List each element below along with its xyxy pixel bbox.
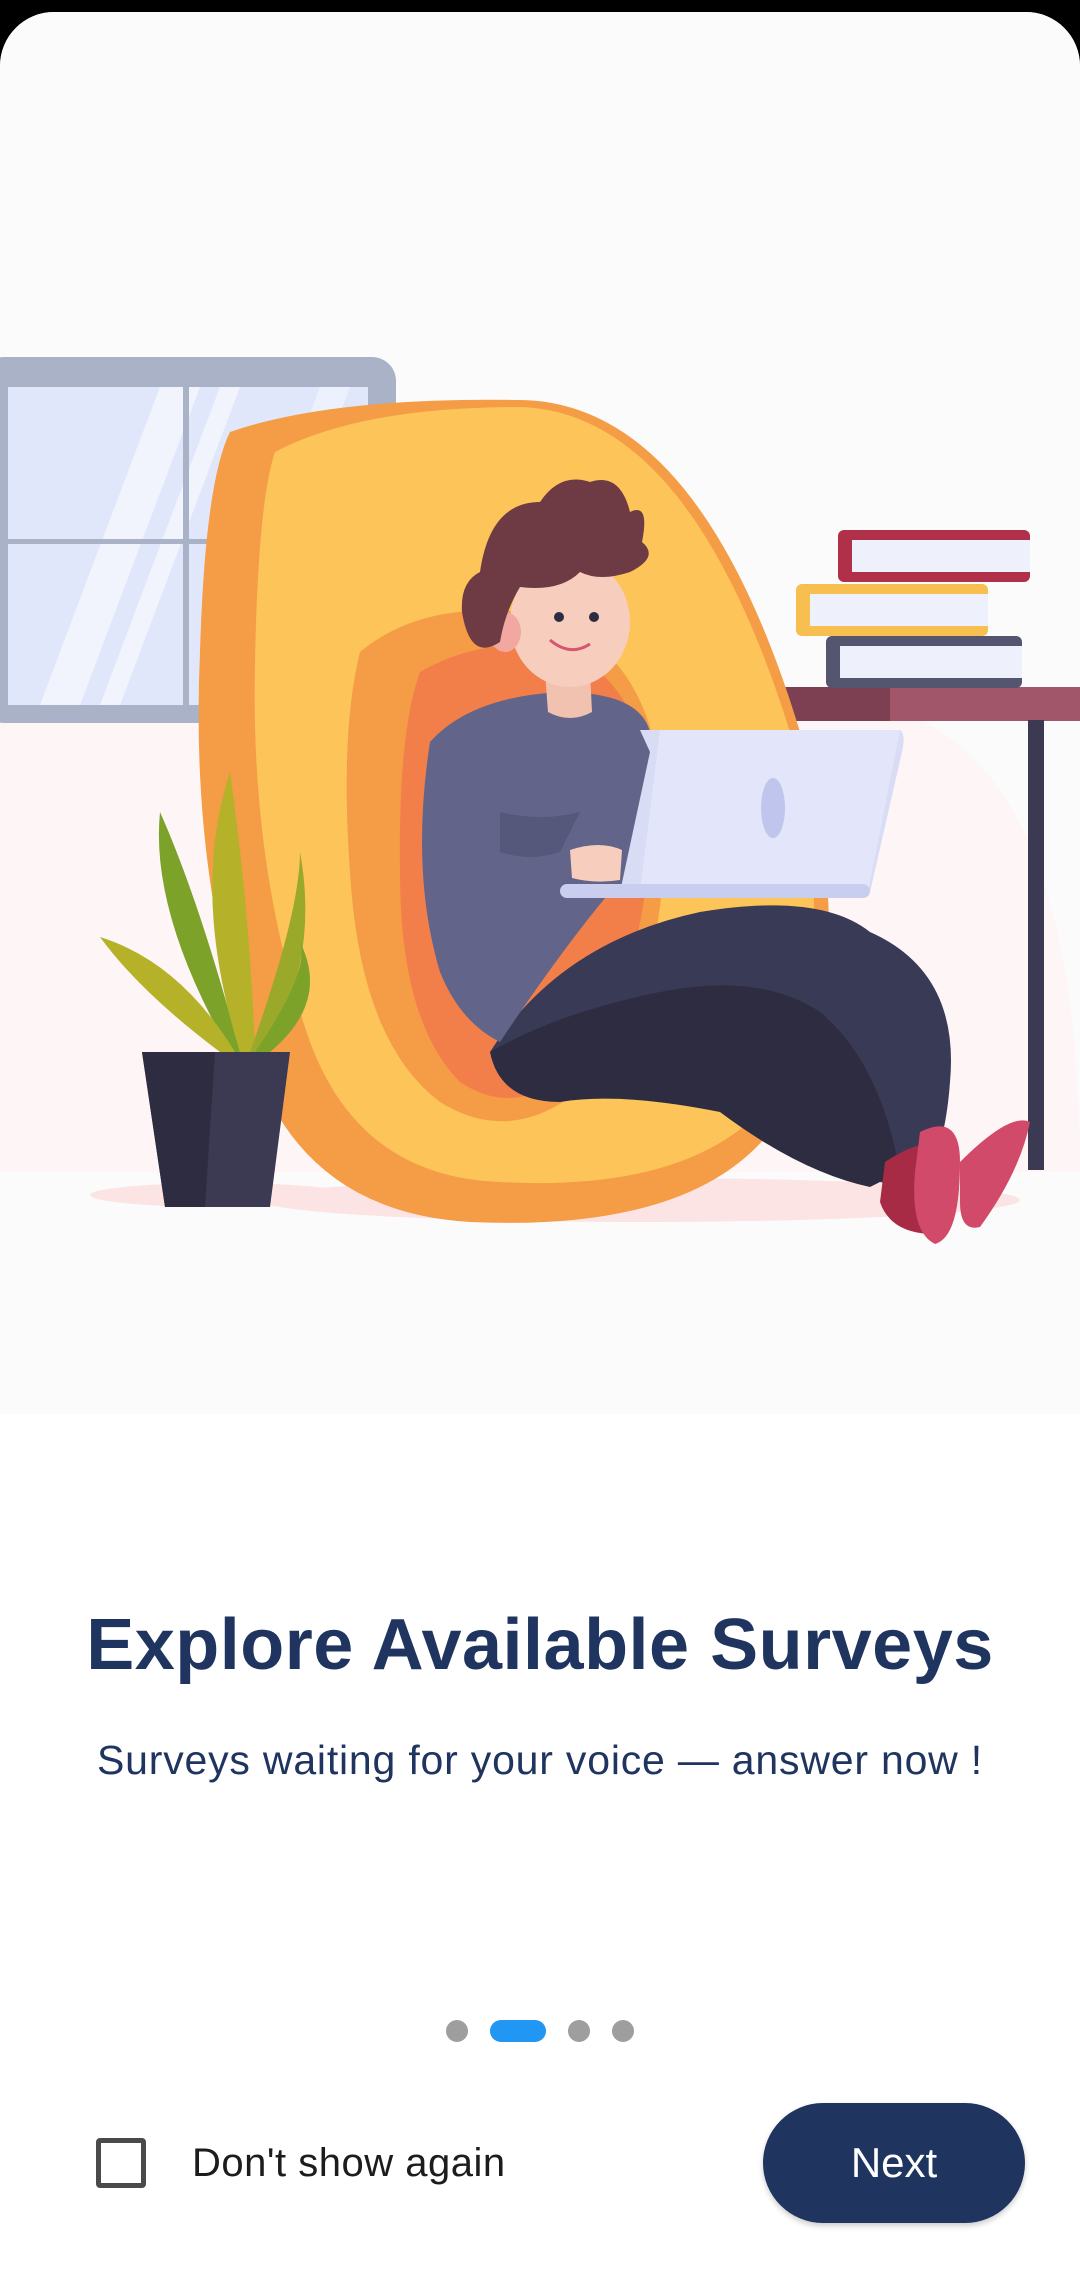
person-on-beanbag-with-laptop-illustration bbox=[0, 357, 1080, 1244]
dont-show-again-label: Don't show again bbox=[192, 2140, 506, 2185]
dont-show-again-checkbox[interactable] bbox=[96, 2138, 146, 2188]
page-indicator-dot-1[interactable] bbox=[446, 2020, 468, 2042]
dont-show-again-row[interactable]: Don't show again bbox=[96, 2137, 506, 2189]
hero-illustration bbox=[0, 12, 1080, 1414]
page-indicator-dot-2-active[interactable] bbox=[490, 2020, 546, 2042]
page-indicator-dot-4[interactable] bbox=[612, 2020, 634, 2042]
page-indicator bbox=[0, 2018, 1080, 2044]
onboarding-title: Explore Available Surveys bbox=[86, 1605, 994, 1685]
next-button[interactable]: Next bbox=[763, 2103, 1025, 2223]
onboarding-subtitle: Surveys waiting for your voice — answer … bbox=[97, 1737, 983, 1783]
onboarding-screen: Explore Available Surveys Surveys waitin… bbox=[0, 12, 1080, 2274]
page-indicator-dot-3[interactable] bbox=[568, 2020, 590, 2042]
